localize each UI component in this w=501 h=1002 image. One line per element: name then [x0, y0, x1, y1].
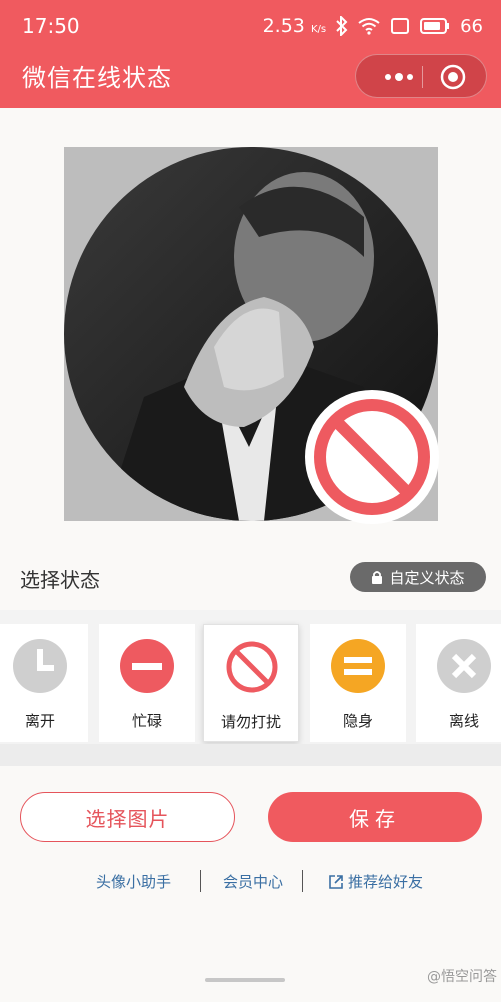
- wifi-icon: [358, 17, 380, 35]
- status-option-label: 离线: [448, 712, 479, 730]
- custom-status-button[interactable]: 自定义状态: [350, 562, 486, 592]
- x-icon: [437, 639, 491, 693]
- network-speed: 2.53 K/s: [262, 15, 327, 37]
- select-image-button[interactable]: 选择图片: [20, 792, 235, 842]
- link-divider: [302, 870, 303, 892]
- status-option-offline[interactable]: 离线: [416, 624, 501, 742]
- section-divider: [0, 744, 501, 766]
- app-header: 17:50 2.53 K/s 66 微信在线状态: [0, 0, 501, 108]
- battery-level: 66: [460, 15, 483, 37]
- external-link-icon: [329, 874, 343, 889]
- footer-links: 头像小助手 会员中心 推荐给好友: [0, 868, 501, 894]
- status-option-invisible[interactable]: 隐身: [310, 624, 406, 742]
- avatar-helper-link[interactable]: 头像小助手: [96, 871, 171, 892]
- target-icon: [440, 64, 466, 90]
- share-link-label: 推荐给好友: [348, 873, 424, 891]
- share-link[interactable]: 推荐给好友: [328, 871, 423, 892]
- status-time: 17:50: [22, 14, 80, 38]
- capsule-divider: [422, 66, 423, 88]
- equal-icon: [331, 639, 385, 693]
- miniprogram-capsule: [355, 54, 487, 98]
- page-title: 微信在线状态: [22, 64, 172, 92]
- member-center-link[interactable]: 会员中心: [223, 871, 283, 892]
- ban-icon: [225, 640, 279, 694]
- section-title: 选择状态: [20, 568, 100, 592]
- link-divider: [200, 870, 201, 892]
- status-options: 离开 忙碌 请勿打扰 隐身 离线: [0, 610, 501, 746]
- status-option-label: 请勿打扰: [220, 713, 281, 731]
- save-button[interactable]: 保存: [268, 792, 482, 842]
- status-bar: 17:50 2.53 K/s 66: [0, 0, 501, 52]
- status-option-dnd[interactable]: 请勿打扰: [203, 624, 299, 742]
- more-dots-icon: [385, 73, 413, 81]
- ban-icon: [314, 399, 430, 515]
- status-option-label: 离开: [24, 712, 55, 730]
- status-badge: [305, 390, 439, 524]
- minus-icon: [120, 639, 174, 693]
- home-indicator[interactable]: [205, 978, 285, 982]
- screen-icon: [390, 17, 410, 35]
- lock-icon: [372, 570, 383, 584]
- status-option-away[interactable]: 离开: [0, 624, 88, 742]
- custom-status-label: 自定义状态: [389, 568, 465, 587]
- watermark: @悟空问答: [427, 969, 497, 985]
- status-option-label: 隐身: [342, 712, 373, 730]
- close-miniprogram-button[interactable]: [440, 64, 466, 90]
- clock-icon: [13, 639, 67, 693]
- bluetooth-icon: [336, 16, 348, 36]
- status-option-label: 忙碌: [131, 712, 162, 730]
- status-option-busy[interactable]: 忙碌: [99, 624, 195, 742]
- battery-icon: [420, 18, 450, 34]
- more-button[interactable]: [374, 55, 424, 99]
- status-indicators: 2.53 K/s 66: [263, 14, 483, 38]
